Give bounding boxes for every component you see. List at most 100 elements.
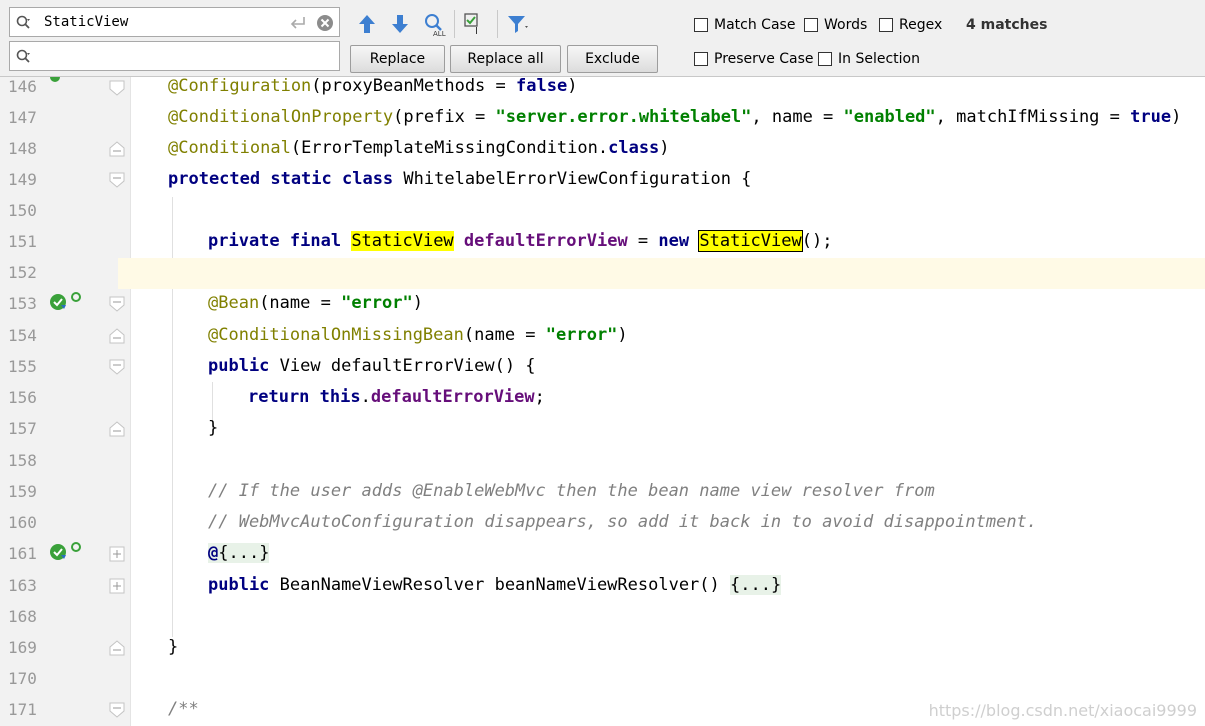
bean-navigate-icon[interactable] xyxy=(48,291,82,313)
comment: // WebMvcAutoConfiguration disappears, s… xyxy=(208,512,1038,532)
checkbox-box[interactable] xyxy=(694,52,708,66)
replace-all-button[interactable]: Replace all xyxy=(450,45,561,73)
code-text: (); xyxy=(801,231,833,251)
code-line-153[interactable]: 153 @Bean(name = "error") xyxy=(0,289,1205,320)
in-selection-checkbox[interactable]: In Selection xyxy=(818,51,920,67)
code-text: (name = xyxy=(463,325,546,345)
keyword: protected static class xyxy=(168,169,394,189)
folded-region[interactable]: {...} xyxy=(730,575,782,595)
bean-navigate-icon[interactable] xyxy=(48,541,82,563)
code-text: ; xyxy=(534,387,545,407)
code-line-154[interactable]: 154 @ConditionalOnMissingBean(name = "er… xyxy=(0,321,1205,352)
line-number: 153 xyxy=(8,294,37,313)
select-all-occurrences-icon[interactable]: I xyxy=(462,11,488,37)
code-line-155[interactable]: 155 public View defaultErrorView() { xyxy=(0,352,1205,383)
keyword: private final xyxy=(208,231,342,251)
code-line-158[interactable]: 158 xyxy=(0,446,1205,477)
watermark: https://blog.csdn.net/xiaocai9999 xyxy=(928,701,1197,720)
keyword: public xyxy=(208,356,270,376)
line-number: 146 xyxy=(8,77,37,96)
new-line-icon[interactable] xyxy=(289,15,307,31)
previous-occurrence-icon[interactable] xyxy=(354,11,380,37)
code-line-147[interactable]: 147 @ConditionalOnProperty(prefix = "ser… xyxy=(0,103,1205,134)
code-line-157[interactable]: 157 } xyxy=(0,414,1205,445)
filter-icon[interactable] xyxy=(505,11,531,37)
line-number: 151 xyxy=(8,232,37,251)
fold-marker-icon[interactable] xyxy=(109,296,125,312)
comment: // If the user adds @EnableWebMvc then t… xyxy=(208,481,935,501)
closing-brace: } xyxy=(208,418,219,438)
svg-text:I: I xyxy=(475,26,478,37)
annotation: @Bean xyxy=(208,293,260,313)
annotation: @ConditionalOnProperty xyxy=(168,107,394,127)
find-all-icon[interactable]: ALL xyxy=(421,11,447,37)
code-line-163[interactable]: 163 public BeanNameViewResolver beanName… xyxy=(0,571,1205,602)
string-literal: "error" xyxy=(545,325,618,345)
regex-checkbox[interactable]: Regex xyxy=(879,17,942,33)
line-number: 170 xyxy=(8,669,37,688)
words-checkbox[interactable]: Words xyxy=(804,17,867,33)
annotation-marker: @ xyxy=(208,543,219,563)
replace-input[interactable] xyxy=(9,41,340,71)
fold-marker-icon[interactable] xyxy=(109,172,125,188)
code-text: WhitelabelErrorViewConfiguration { xyxy=(393,169,752,189)
folded-region[interactable]: {...} xyxy=(218,543,269,563)
code-line-151[interactable]: 151 private final StaticView defaultErro… xyxy=(0,227,1205,258)
search-match[interactable]: StaticView xyxy=(351,231,454,251)
code-text: = xyxy=(627,231,659,251)
code-line-150[interactable]: 150 xyxy=(0,196,1205,227)
checkbox-box[interactable] xyxy=(804,18,818,32)
search-history-icon[interactable] xyxy=(16,15,32,31)
code-line-148[interactable]: 148 @Conditional(ErrorTemplateMissingCon… xyxy=(0,134,1205,165)
fold-marker-icon[interactable] xyxy=(109,702,125,718)
fold-end-icon[interactable] xyxy=(109,328,125,344)
expand-fold-icon[interactable] xyxy=(109,546,125,562)
line-number: 156 xyxy=(8,388,37,407)
next-occurrence-icon[interactable] xyxy=(387,11,413,37)
bean-icon[interactable] xyxy=(46,77,80,94)
line-number: 149 xyxy=(8,170,37,189)
keyword: return xyxy=(248,387,310,407)
current-search-match[interactable]: StaticView xyxy=(698,230,803,252)
line-number: 158 xyxy=(8,451,37,470)
checkbox-box[interactable] xyxy=(879,18,893,32)
code-editor[interactable]: 146 @Configuration(proxyBeanMethods = fa… xyxy=(0,77,1205,726)
line-number: 154 xyxy=(8,326,37,345)
code-line-149[interactable]: 149 protected static class WhitelabelErr… xyxy=(0,165,1205,196)
line-number: 148 xyxy=(8,139,37,158)
fold-end-icon[interactable] xyxy=(109,640,125,656)
match-case-checkbox[interactable]: Match Case xyxy=(694,17,795,33)
code-line-152-current[interactable] xyxy=(118,258,1205,289)
code-text: ) xyxy=(1171,107,1182,127)
fold-end-icon[interactable] xyxy=(109,421,125,437)
code-line-156[interactable]: 156 return this.defaultErrorView; xyxy=(0,383,1205,414)
keyword: this xyxy=(319,387,361,407)
preserve-case-checkbox[interactable]: Preserve Case xyxy=(694,51,814,67)
closing-brace: } xyxy=(168,637,179,657)
code-text: , name = xyxy=(751,107,844,127)
fold-end-icon[interactable] xyxy=(109,141,125,157)
line-number: 160 xyxy=(8,513,37,532)
replace-history-icon[interactable] xyxy=(16,49,32,65)
code-line-170[interactable]: 170 xyxy=(0,664,1205,695)
code-line-160[interactable]: 160 // WebMvcAutoConfiguration disappear… xyxy=(0,508,1205,539)
code-line-146[interactable]: 146 @Configuration(proxyBeanMethods = fa… xyxy=(0,77,1205,103)
code-line-159[interactable]: 159 // If the user adds @EnableWebMvc th… xyxy=(0,477,1205,508)
comment: /** xyxy=(168,699,199,719)
checkbox-box[interactable] xyxy=(694,18,708,32)
replace-button[interactable]: Replace xyxy=(350,45,445,73)
clear-search-icon[interactable] xyxy=(316,14,334,32)
match-case-label: Match Case xyxy=(714,17,796,33)
exclude-button[interactable]: Exclude xyxy=(567,45,658,73)
code-line-169[interactable]: 169 } xyxy=(0,633,1205,664)
code-text: ) xyxy=(617,325,628,345)
checkbox-box[interactable] xyxy=(818,52,832,66)
search-input[interactable]: StaticView xyxy=(9,7,340,37)
code-line-168[interactable]: 168 xyxy=(0,602,1205,633)
line-number: 159 xyxy=(8,482,37,501)
fold-marker-icon[interactable] xyxy=(109,359,125,375)
expand-fold-icon[interactable] xyxy=(109,578,125,594)
code-line-161[interactable]: 161 @{...} xyxy=(0,539,1205,570)
fold-marker-icon[interactable] xyxy=(109,80,125,96)
code-text: ) xyxy=(659,138,670,158)
